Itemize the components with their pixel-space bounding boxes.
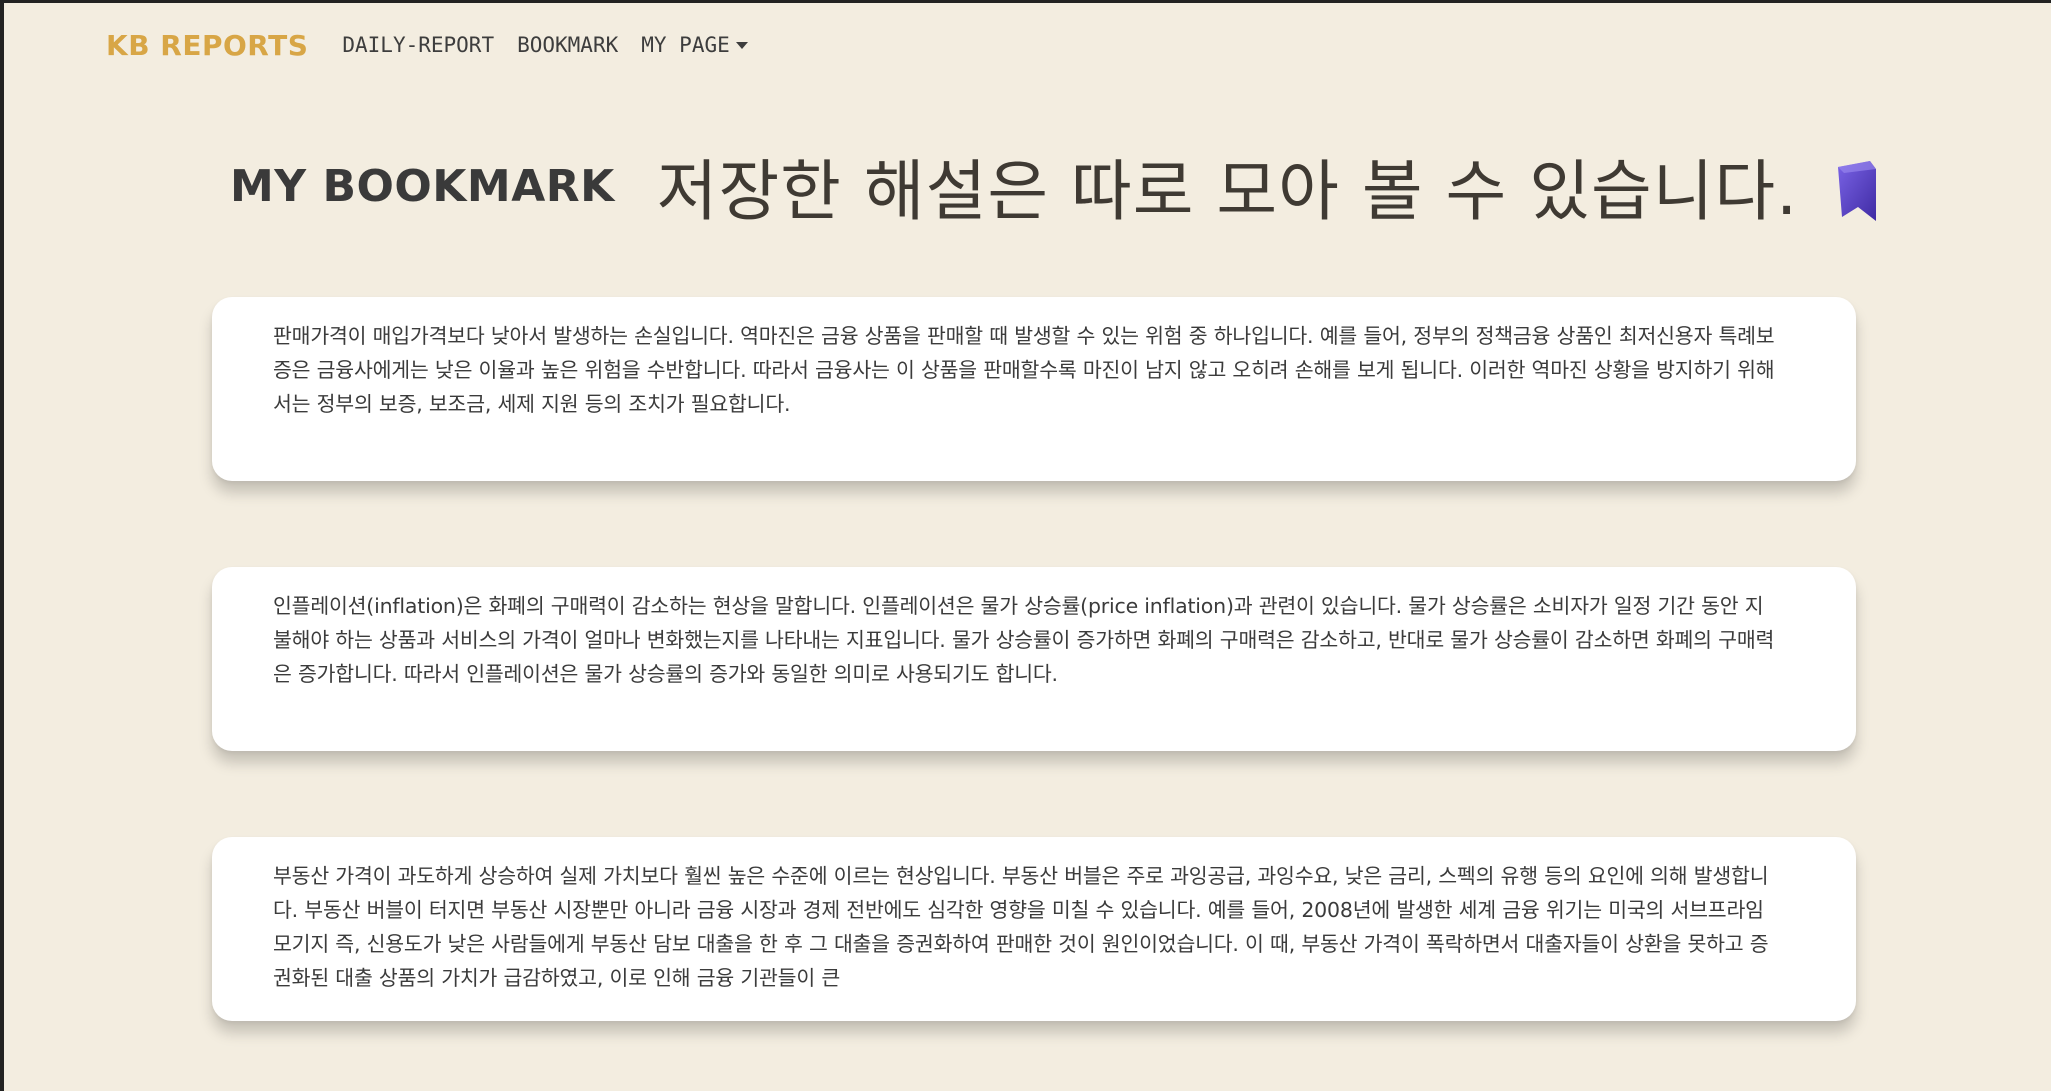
nav-my-page-label: MY PAGE <box>641 33 730 57</box>
caret-down-icon <box>735 41 748 49</box>
nav-bookmark[interactable]: BOOKMARK <box>517 33 618 57</box>
page-heading: MY BOOKMARK 저장한 해설은 따로 모아 볼 수 있습니다. <box>230 141 1880 231</box>
app-window: KB REPORTS DAILY-REPORT BOOKMARK MY PAGE… <box>0 0 2051 1091</box>
page-subtitle: 저장한 해설은 따로 모아 볼 수 있습니다. <box>656 153 1799 230</box>
bookmark-card[interactable]: 인플레이션(inflation)은 화폐의 구매력이 감소하는 현상을 말합니다… <box>212 567 1856 751</box>
bookmark-card[interactable]: 판매가격이 매입가격보다 낮아서 발생하는 손실입니다. 역마진은 금융 상품을… <box>212 297 1856 481</box>
bookmark-text: 부동산 가격이 과도하게 상승하여 실제 가치보다 훨씬 높은 수준에 이르는 … <box>273 864 1769 990</box>
brand-logo[interactable]: KB REPORTS <box>106 29 308 62</box>
page-title: MY BOOKMARK <box>230 160 615 212</box>
bookmark-text: 판매가격이 매입가격보다 낮아서 발생하는 손실입니다. 역마진은 금융 상품을… <box>273 324 1775 416</box>
bookmark-icon <box>1838 161 1877 221</box>
nav-daily-report[interactable]: DAILY-REPORT <box>342 33 494 57</box>
bookmark-card[interactable]: 부동산 가격이 과도하게 상승하여 실제 가치보다 훨씬 높은 수준에 이르는 … <box>212 837 1856 1021</box>
bookmark-text: 인플레이션(inflation)은 화폐의 구매력이 감소하는 현상을 말합니다… <box>273 594 1775 686</box>
top-nav: KB REPORTS DAILY-REPORT BOOKMARK MY PAGE <box>106 25 771 65</box>
nav-my-page-dropdown[interactable]: MY PAGE <box>641 33 748 57</box>
